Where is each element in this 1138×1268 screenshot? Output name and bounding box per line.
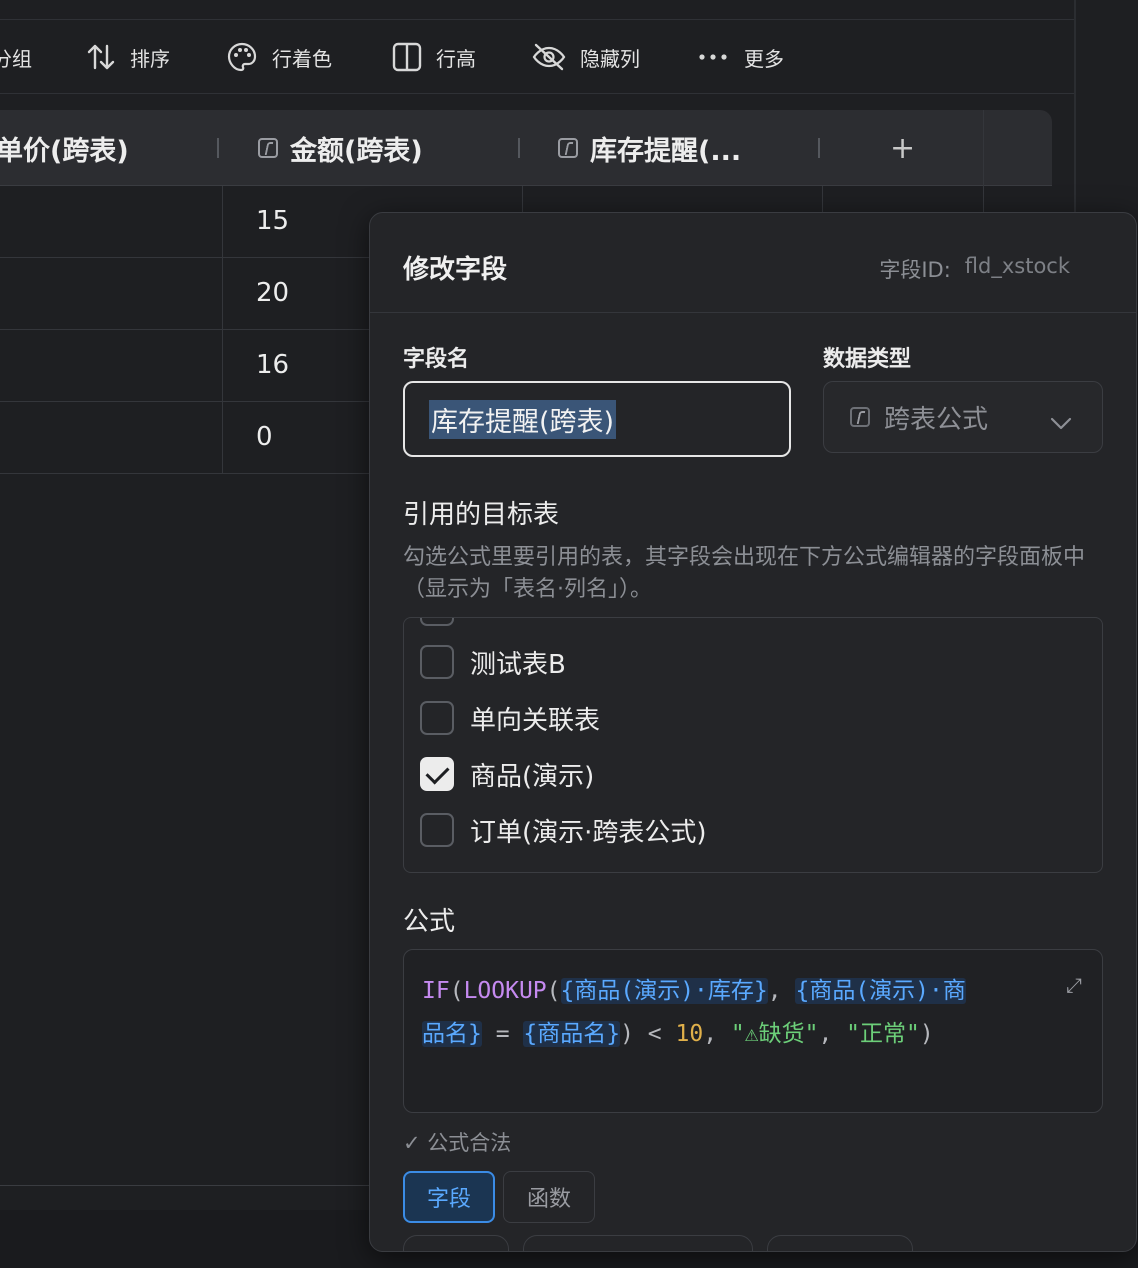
table-option-label: 测试表B [470,649,566,680]
chevron-down-icon [1050,408,1072,438]
formula-line-1: IF(LOOKUP({商品(演示)·库存}, {商品(演示)·商 [422,978,966,1004]
formula-token: IF [422,978,450,1004]
field-chip[interactable] [523,1235,753,1251]
checkbox[interactable] [420,645,454,679]
table-option-test-b[interactable]: 测试表B [420,644,566,680]
checkbox-checked[interactable] [420,757,454,791]
top-strip [0,0,1076,20]
field-chip[interactable] [767,1235,913,1251]
formula-label: 公式 [403,907,456,937]
field-id-value: fld_xstock [964,254,1070,278]
column-resize-handle[interactable] [518,138,520,158]
row-color-button[interactable]: 行着色 [226,20,332,94]
field-id-label: 字段ID: [879,258,951,282]
formula-icon [850,407,870,427]
dialog-header: 修改字段 字段ID: fld_xstock [370,213,1136,313]
field-name-input[interactable]: 库存提醒(跨表) [403,381,791,457]
edit-field-dialog: 修改字段 字段ID: fld_xstock 字段名 数据类型 库存提醒(跨表) … [369,212,1137,1252]
more-icon [698,52,730,62]
ref-tables-title: 引用的目标表 [403,500,560,530]
formula-field-ref: {商品名} [523,1021,621,1047]
formula-string: "⚠缺货" [730,1021,819,1047]
column-header-amount[interactable]: 金额(跨表) [258,110,423,186]
column-divider [983,110,984,186]
row-height-label: 行高 [436,46,476,71]
field-name-label: 字段名 [403,347,470,372]
column-resize-handle[interactable] [217,138,219,158]
formula-token: LOOKUP [463,978,547,1004]
field-chip[interactable] [403,1235,509,1251]
ref-table-list[interactable]: 测试表B 单向关联表 商品(演示) 订单(演示·跨表公式) [403,617,1103,873]
field-name-value: 库存提醒(跨表) [429,399,617,439]
table-option-orders[interactable]: 订单(演示·跨表公式) [420,812,707,848]
ref-tables-description: 勾选公式里要引用的表，其字段会出现在下方公式编辑器的字段面板中（显示为「表名·列… [403,545,1086,602]
more-label: 更多 [744,46,784,71]
group-label: 分组 [0,46,32,71]
group-button[interactable]: 分组 [0,20,32,94]
data-type-label: 数据类型 [823,347,912,372]
tab-functions[interactable]: 函数 [503,1171,595,1223]
row-color-label: 行着色 [272,46,332,71]
formula-icon [258,138,278,158]
app-window: 分组 排序 行着色 行高 隐藏列 更多 单价(跨表) 金额(跨表) 库存提醒(.… [0,0,1138,1268]
expand-icon[interactable]: ⤢ [1066,964,1082,1007]
sort-label: 排序 [130,46,170,71]
column-header-label: 库存提醒(... [590,135,742,167]
table-option-label: 单向关联表 [470,705,601,736]
hide-columns-button[interactable]: 隐藏列 [532,20,640,94]
formula-valid-status: ✓ 公式合法 [403,1131,512,1155]
formula-field-ref: {商品(演示)·库存} [560,978,768,1004]
view-toolbar: 分组 排序 行着色 行高 隐藏列 更多 [0,20,1074,94]
formula-line-2: 品名} = {商品名}) < 10, "⚠缺货", "正常") [422,1021,934,1047]
more-button[interactable]: 更多 [698,20,784,94]
amount-cell: 20 [256,278,290,308]
eye-off-icon [532,42,566,72]
add-column-button[interactable]: + [890,110,915,186]
sort-icon [86,42,116,72]
table-option-label: 订单(演示·跨表公式) [470,817,707,848]
amount-cell: 15 [256,206,290,236]
grid-header: 单价(跨表) 金额(跨表) 库存提醒(... + [0,110,1052,186]
row-height-icon [392,42,422,72]
amount-cell: 0 [256,422,273,452]
data-type-select[interactable]: 跨表公式 [823,381,1103,453]
dialog-title: 修改字段 [403,255,508,285]
column-header-label: 金额(跨表) [290,135,423,167]
formula-number: 10 [675,1021,704,1047]
grid-footer-line [0,1185,380,1186]
palette-icon [226,41,258,73]
table-option-label: 商品(演示) [470,761,595,792]
checkbox[interactable] [420,701,454,735]
checkbox-peek [420,618,454,626]
data-type-value: 跨表公式 [884,404,989,435]
column-resize-handle[interactable] [818,138,820,158]
table-option-products[interactable]: 商品(演示) [420,756,594,792]
tab-fields[interactable]: 字段 [403,1171,495,1223]
amount-cell: 16 [256,350,290,380]
row-height-button[interactable]: 行高 [392,20,476,94]
checkbox[interactable] [420,813,454,847]
hide-columns-label: 隐藏列 [580,46,640,71]
column-header-unit-price[interactable]: 单价(跨表) [0,110,129,186]
formula-string: "正常" [846,1021,920,1047]
sort-button[interactable]: 排序 [86,20,170,94]
formula-editor[interactable]: IF(LOOKUP({商品(演示)·库存}, {商品(演示)·商 品名} = {… [403,949,1103,1113]
column-header-stock-alert[interactable]: 库存提醒(... [558,110,741,186]
column-header-label: 单价(跨表) [0,135,129,167]
formula-field-ref: {商品(演示)·商 [795,978,966,1004]
formula-field-ref: 品名} [422,1021,482,1047]
formula-icon [558,138,578,158]
table-option-one-way[interactable]: 单向关联表 [420,700,600,736]
field-id: 字段ID: fld_xstock [879,254,1070,284]
